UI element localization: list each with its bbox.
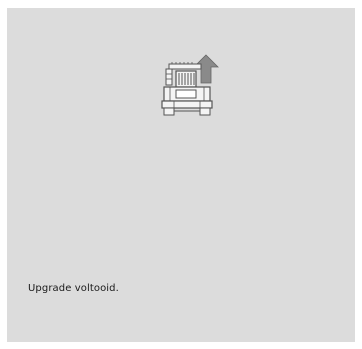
upgrade-status-message: Upgrade voltooid. [28,283,119,294]
upgrade-screen: Upgrade voltooid. [7,8,355,342]
machine-upgrade-icon [160,53,220,128]
